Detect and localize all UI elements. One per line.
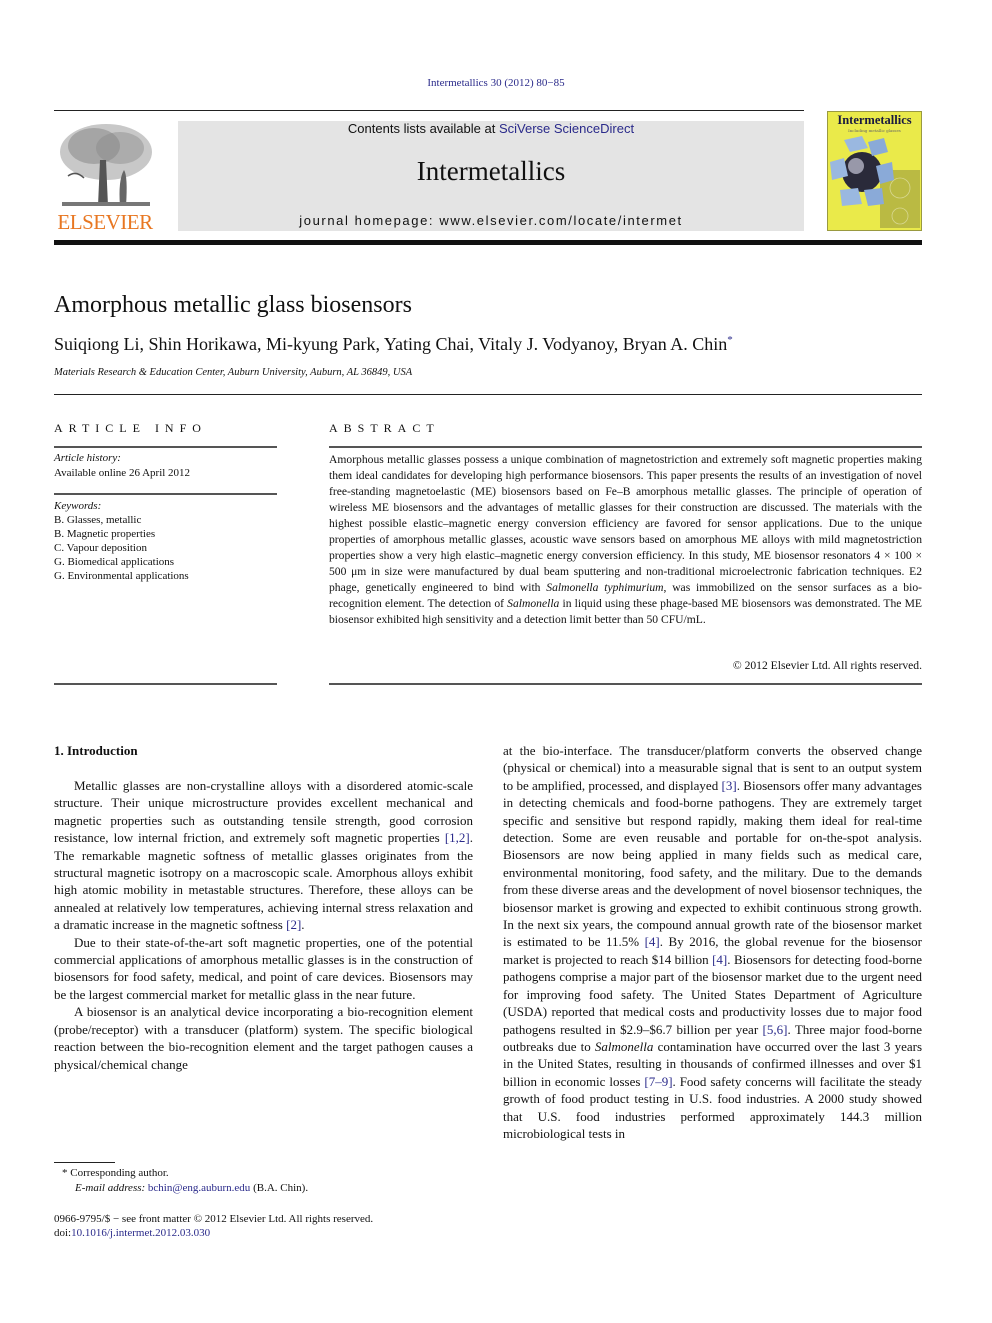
- text-run: Metallic glasses are non-crystalline all…: [54, 778, 473, 846]
- divider: [329, 446, 922, 448]
- abstract-italic: Salmonella typhimurium: [546, 581, 664, 594]
- keyword-item: G. Biomedical applications: [54, 556, 175, 568]
- article-title: Amorphous metallic glass biosensors: [54, 292, 412, 318]
- keyword-item: B. Magnetic properties: [54, 528, 156, 540]
- body-column-right: at the bio-interface. The transducer/pla…: [503, 742, 922, 1142]
- keyword-item: G. Environmental applications: [54, 570, 189, 582]
- affiliation: Materials Research & Education Center, A…: [54, 367, 413, 378]
- email-suffix: (B.A. Chin).: [250, 1182, 309, 1194]
- cover-crystal-icon: [830, 136, 920, 228]
- keyword-item: B. Glasses, metallic: [54, 514, 142, 526]
- email-label: E-mail address:: [75, 1182, 148, 1194]
- front-matter-line: 0966-9795/$ − see front matter © 2012 El…: [54, 1213, 374, 1225]
- email-link[interactable]: bchin@eng.auburn.edu: [148, 1182, 250, 1194]
- article-info-heading: ARTICLE INFO: [54, 421, 207, 435]
- abstract-copyright: © 2012 Elsevier Ltd. All rights reserved…: [732, 659, 922, 672]
- keywords-label: Keywords:: [54, 500, 102, 512]
- keywords-list: B. Glasses, metallic B. Magnetic propert…: [54, 513, 189, 583]
- contents-prefix: Contents lists available at: [347, 121, 499, 136]
- cover-title: Intermetallics: [837, 113, 912, 127]
- paragraph: A biosensor is an analytical device inco…: [54, 1004, 473, 1072]
- paragraph: at the bio-interface. The transducer/pla…: [503, 742, 922, 1142]
- abstract-text: Amorphous metallic glasses possess a uni…: [329, 452, 922, 628]
- body-column-left: Metallic glasses are non-crystalline all…: [54, 777, 473, 1073]
- doi-prefix: doi:: [54, 1227, 72, 1239]
- author-list: Suiqiong Li, Shin Horikawa, Mi-kyung Par…: [54, 334, 733, 355]
- text-run: . Biosensors offer many advantages in de…: [503, 777, 922, 950]
- corresponding-author-note: * Corresponding author.: [62, 1167, 169, 1179]
- divider: [54, 394, 922, 395]
- authors-text: Suiqiong Li, Shin Horikawa, Mi-kyung Par…: [54, 334, 728, 354]
- header-rule: [54, 110, 804, 111]
- footnote-rule: [54, 1162, 115, 1163]
- elsevier-logo-text[interactable]: ELSEVIER: [54, 210, 156, 235]
- abstract-italic: Salmonella: [507, 597, 560, 610]
- text-run: .: [301, 917, 305, 933]
- journal-homepage[interactable]: journal homepage: www.elsevier.com/locat…: [178, 213, 804, 228]
- journal-name: Intermetallics: [416, 156, 566, 186]
- doi-line: doi:10.1016/j.intermet.2012.03.030: [54, 1226, 210, 1240]
- divider: [329, 683, 922, 685]
- doi-link[interactable]: 10.1016/j.intermet.2012.03.030: [71, 1227, 210, 1239]
- article-history-label: Article history:: [54, 452, 121, 464]
- text-run: . The remarkable magnetic softness of me…: [54, 830, 473, 933]
- abstract-heading: ABSTRACT: [329, 421, 440, 435]
- citation-link[interactable]: [4]: [645, 934, 660, 949]
- journal-cover-image[interactable]: Intermetallics Including metallic glasse…: [827, 111, 922, 231]
- section-heading: 1. Introduction: [54, 743, 138, 758]
- citation-link[interactable]: [4]: [712, 952, 727, 967]
- citation-link[interactable]: [7–9]: [644, 1074, 672, 1089]
- citation-link[interactable]: [3]: [722, 778, 737, 793]
- divider: [54, 493, 277, 495]
- italic-term: Salmonella: [594, 1038, 654, 1054]
- citation-link[interactable]: [1,2]: [445, 830, 470, 845]
- keyword-item: C. Vapour deposition: [54, 542, 147, 554]
- citation-link[interactable]: [5,6]: [763, 1022, 788, 1037]
- header-thick-rule: [54, 240, 922, 245]
- sciencedirect-link[interactable]: SciVerse ScienceDirect: [499, 121, 634, 136]
- article-history-value: Available online 26 April 2012: [54, 467, 191, 479]
- paragraph: Due to their state-of-the-art soft magne…: [54, 934, 473, 1002]
- corresponding-author-link[interactable]: *: [727, 334, 733, 346]
- citation-link[interactable]: [2]: [286, 917, 301, 932]
- contents-line: Contents lists available at SciVerse Sci…: [178, 121, 804, 136]
- journal-citation-link[interactable]: Intermetallics 30 (2012) 80−85: [0, 77, 992, 89]
- divider: [54, 446, 277, 448]
- email-note: E-mail address: bchin@eng.auburn.edu (B.…: [75, 1181, 308, 1195]
- abstract-part: Amorphous metallic glasses possess a uni…: [329, 453, 922, 594]
- paragraph: Metallic glasses are non-crystalline all…: [54, 777, 473, 934]
- divider: [54, 683, 277, 685]
